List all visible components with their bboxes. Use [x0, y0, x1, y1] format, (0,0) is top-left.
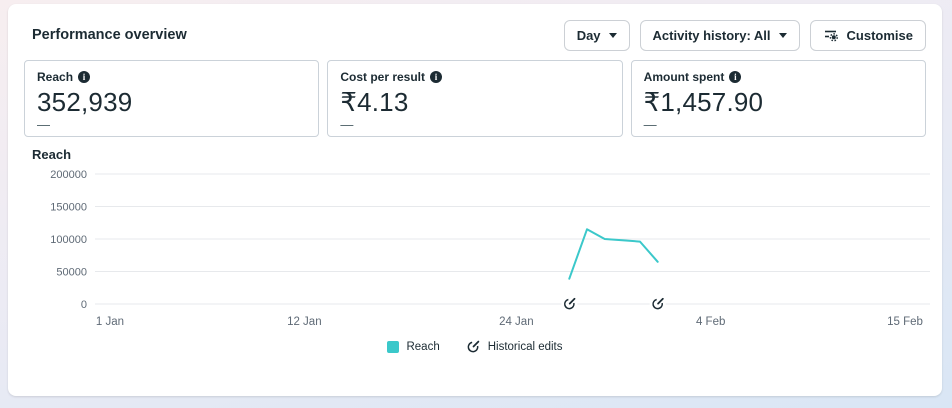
- reach-line-chart: 0 50000 100000 150000 200000 1 Jan 12 Jan 24 Ja…: [22, 162, 934, 334]
- reach-series-swatch: [387, 341, 399, 353]
- customise-label: Customise: [847, 28, 913, 43]
- header-controls: Day Activity history: All Customise: [564, 20, 926, 51]
- info-icon[interactable]: i: [430, 71, 442, 83]
- chart-title: Reach: [32, 147, 926, 162]
- info-icon[interactable]: i: [78, 71, 90, 83]
- metric-card-reach[interactable]: Reach i 352,939 —: [24, 60, 319, 137]
- metric-secondary: —: [37, 120, 306, 130]
- y-axis-label: 100000: [50, 234, 87, 246]
- historical-edit-marker[interactable]: [561, 296, 577, 312]
- chevron-down-icon: [609, 33, 617, 38]
- x-axis-label: 24 Jan: [499, 316, 534, 328]
- metric-label: Reach: [37, 70, 73, 84]
- y-axis-label: 0: [81, 299, 87, 311]
- legend-item-reach: Reach: [387, 341, 439, 353]
- metric-secondary: —: [644, 120, 913, 130]
- legend-item-historical-edits: Historical edits: [466, 339, 563, 354]
- customise-button[interactable]: Customise: [810, 20, 926, 51]
- day-dropdown-label: Day: [577, 28, 601, 43]
- metric-value: ₹1,457.90: [644, 87, 913, 118]
- page-title: Performance overview: [32, 27, 187, 43]
- performance-overview-panel: Performance overview Day Activity histor…: [8, 4, 942, 396]
- y-axis-label: 50000: [56, 267, 87, 279]
- customise-icon: [823, 27, 839, 43]
- legend-label: Historical edits: [488, 341, 563, 353]
- info-icon[interactable]: i: [729, 71, 741, 83]
- activity-history-label: Activity history: All: [653, 28, 771, 43]
- panel-header: Performance overview Day Activity histor…: [24, 4, 926, 54]
- metric-value: ₹4.13: [340, 87, 609, 118]
- chart-legend: Reach Historical edits: [24, 339, 926, 354]
- metric-cards-row: Reach i 352,939 — Cost per result i ₹4.1…: [24, 60, 926, 137]
- legend-label: Reach: [406, 341, 439, 353]
- x-axis-label: 12 Jan: [287, 316, 322, 328]
- metric-label: Cost per result: [340, 70, 425, 84]
- x-axis-label: 4 Feb: [696, 316, 725, 328]
- day-dropdown[interactable]: Day: [564, 20, 630, 51]
- historical-edits-icon: [466, 339, 481, 354]
- chart-area: 0 50000 100000 150000 200000 1 Jan 12 Jan 24 Ja…: [22, 162, 926, 339]
- activity-history-dropdown[interactable]: Activity history: All: [640, 20, 800, 51]
- historical-edit-marker[interactable]: [650, 296, 666, 312]
- metric-card-amount-spent[interactable]: Amount spent i ₹1,457.90 —: [631, 60, 926, 137]
- metric-label: Amount spent: [644, 70, 725, 84]
- y-axis-label: 150000: [50, 202, 87, 214]
- x-axis-label: 1 Jan: [96, 316, 124, 328]
- x-axis-label: 15 Feb: [887, 316, 923, 328]
- chevron-down-icon: [779, 33, 787, 38]
- metric-value: 352,939: [37, 87, 306, 118]
- metric-secondary: —: [340, 120, 609, 130]
- metric-card-cost-per-result[interactable]: Cost per result i ₹4.13 —: [327, 60, 622, 137]
- y-axis-label: 200000: [50, 169, 87, 181]
